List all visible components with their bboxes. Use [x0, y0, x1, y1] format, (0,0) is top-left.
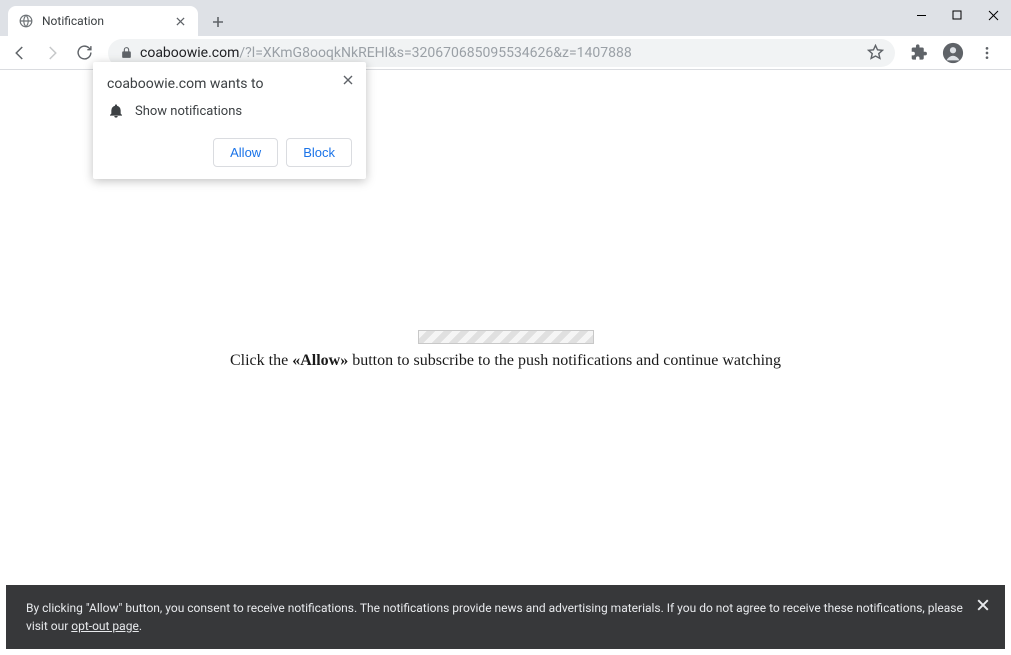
allow-button[interactable]: Allow: [213, 138, 278, 167]
bell-icon: [107, 102, 125, 120]
progress-bar: [418, 330, 594, 344]
permission-row: Show notifications: [107, 102, 352, 120]
tab-title: Notification: [42, 14, 172, 28]
extensions-icon[interactable]: [905, 39, 933, 67]
profile-icon[interactable]: [939, 39, 967, 67]
new-tab-button[interactable]: [204, 8, 232, 36]
msg-bold: «Allow»: [292, 352, 348, 369]
popup-close-button[interactable]: [338, 70, 358, 90]
lock-icon: [118, 45, 134, 61]
maximize-button[interactable]: [939, 0, 975, 30]
minimize-button[interactable]: [903, 0, 939, 30]
toolbar-right: [905, 39, 1005, 67]
menu-icon[interactable]: [973, 39, 1001, 67]
permission-label: Show notifications: [135, 104, 242, 119]
forward-button[interactable]: [38, 39, 66, 67]
notification-permission-popup: coaboowie.com wants to Show notification…: [93, 62, 366, 179]
footer-text-2: .: [139, 619, 142, 633]
tab-close-button[interactable]: [172, 13, 188, 29]
url-host: coaboowie.com: [140, 45, 239, 61]
msg-suffix: button to subscribe to the push notifica…: [348, 352, 781, 369]
footer-close-button[interactable]: [973, 595, 993, 615]
page-message: Click the «Allow» button to subscribe to…: [230, 352, 781, 370]
opt-out-link[interactable]: opt-out page: [71, 619, 139, 633]
browser-tab[interactable]: Notification: [8, 6, 198, 36]
msg-prefix: Click the: [230, 352, 292, 369]
popup-actions: Allow Block: [107, 138, 352, 167]
window-controls: [903, 0, 1011, 30]
block-button[interactable]: Block: [286, 138, 352, 167]
page-center: Click the «Allow» button to subscribe to…: [0, 330, 1011, 370]
consent-footer: By clicking "Allow" button, you consent …: [6, 585, 1005, 649]
globe-icon: [18, 13, 34, 29]
url-path: /?l=XKmG8ooqkNkREHl&s=320670685095534626…: [239, 45, 631, 61]
back-button[interactable]: [6, 39, 34, 67]
popup-title: coaboowie.com wants to: [107, 76, 352, 92]
footer-text-1: By clicking "Allow" button, you consent …: [26, 601, 963, 633]
tabs-area: Notification: [0, 0, 232, 36]
bookmark-star-icon[interactable]: [865, 43, 885, 63]
window-title-bar: Notification: [0, 0, 1011, 36]
window-close-button[interactable]: [975, 0, 1011, 30]
